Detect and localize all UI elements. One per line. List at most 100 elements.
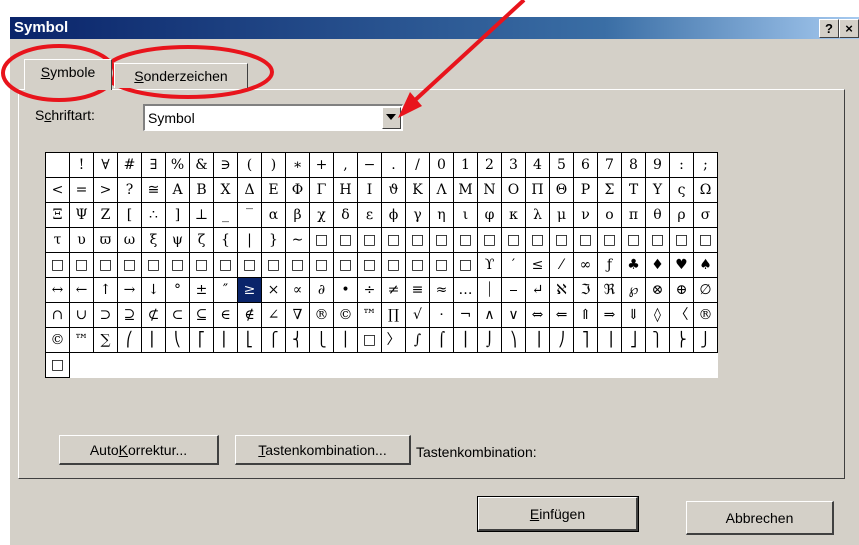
symbol-cell[interactable]: ∠ xyxy=(261,302,286,328)
symbol-cell[interactable]: ) xyxy=(261,152,286,178)
symbol-cell[interactable]: ⎭ xyxy=(693,327,718,353)
symbol-cell[interactable]: μ xyxy=(549,202,574,228)
symbol-cell[interactable]: 1 xyxy=(453,152,478,178)
symbol-cell[interactable]: ™ xyxy=(69,327,94,353)
symbol-cell[interactable]: ο xyxy=(597,202,622,228)
symbol-cell[interactable]: 0 xyxy=(429,152,454,178)
abbrechen-button[interactable]: Abbrechen xyxy=(686,501,834,535)
symbol-cell[interactable]: 9 xyxy=(645,152,670,178)
symbol-cell[interactable]: © xyxy=(333,302,358,328)
symbol-cell[interactable]: ∉ xyxy=(237,302,262,328)
symbol-cell[interactable]: ⎟ xyxy=(525,327,550,353)
symbol-cell[interactable]: ⎠ xyxy=(549,327,574,353)
symbol-cell[interactable]: ξ xyxy=(141,227,166,253)
symbol-cell[interactable]: 5 xyxy=(549,152,574,178)
symbol-cell[interactable]: ⎡ xyxy=(189,327,214,353)
symbol-cell[interactable]: κ xyxy=(501,202,526,228)
symbol-cell[interactable]: { xyxy=(213,227,238,253)
symbol-cell[interactable]: + xyxy=(309,152,334,178)
symbol-cell[interactable]: ↔ xyxy=(45,277,70,303)
symbol-cell[interactable]: ] xyxy=(165,202,190,228)
symbol-cell[interactable]: ⊄ xyxy=(141,302,166,328)
symbol-cell[interactable]: ς xyxy=(669,177,694,203)
symbol-cell[interactable]: } xyxy=(261,227,286,253)
symbol-cell[interactable]: □ xyxy=(357,327,382,353)
symbol-cell[interactable]: 〈 xyxy=(669,302,694,328)
symbol-cell[interactable]: □ xyxy=(117,252,142,278)
symbol-cell[interactable]: ÷ xyxy=(357,277,382,303)
symbol-cell[interactable]: ≤ xyxy=(525,252,550,278)
symbol-cell[interactable]: ; xyxy=(693,152,718,178)
symbol-cell[interactable]: ϒ xyxy=(477,252,502,278)
symbol-cell[interactable]: ⋅ xyxy=(429,302,454,328)
symbol-cell[interactable]: Κ xyxy=(405,177,430,203)
symbol-cell[interactable]: ↓ xyxy=(141,277,166,303)
symbol-cell[interactable]: Μ xyxy=(453,177,478,203)
symbol-cell[interactable]: □ xyxy=(165,252,190,278)
symbol-cell[interactable]: Ξ xyxy=(45,202,70,228)
symbol-cell[interactable]: Δ xyxy=(237,177,262,203)
symbol-cell[interactable]: φ xyxy=(477,202,502,228)
symbol-cell[interactable]: ≅ xyxy=(141,177,166,203)
symbol-cell[interactable]: □ xyxy=(693,227,718,253)
symbol-cell[interactable]: □ xyxy=(45,352,70,378)
title-bar[interactable]: Symbol ? × xyxy=(10,17,859,39)
symbol-cell[interactable]: Ο xyxy=(501,177,526,203)
symbol-cell[interactable]: α xyxy=(261,202,286,228)
symbol-cell[interactable]: □ xyxy=(357,252,382,278)
tab-symbole[interactable]: Symbole xyxy=(24,59,112,90)
symbol-cell[interactable]: ∃ xyxy=(141,152,166,178)
symbol-cell[interactable]: ″ xyxy=(213,277,238,303)
symbol-cell[interactable]: Τ xyxy=(621,177,646,203)
symbol-cell[interactable]: ⏐ xyxy=(477,277,502,303)
symbol-cell[interactable]: Β xyxy=(189,177,214,203)
symbol-cell[interactable]: □ xyxy=(45,252,70,278)
symbol-cell[interactable]: , xyxy=(333,152,358,178)
symbol-cell[interactable]: □ xyxy=(645,227,670,253)
symbol-cell[interactable]: © xyxy=(45,327,70,353)
symbol-cell[interactable]: ⎣ xyxy=(237,327,262,353)
symbol-cell[interactable]: × xyxy=(261,277,286,303)
symbol-cell[interactable]: ⎝ xyxy=(165,327,190,353)
symbol-cell[interactable]: ⎯ xyxy=(501,277,526,303)
symbol-cell[interactable]: ∫ xyxy=(405,327,430,353)
symbol-cell[interactable]: ƒ xyxy=(597,252,622,278)
symbol-cell[interactable]: ⎢ xyxy=(213,327,238,353)
symbol-cell[interactable]: □ xyxy=(429,252,454,278)
symbol-cell[interactable]: □ xyxy=(357,227,382,253)
symbol-cell[interactable]: ⊕ xyxy=(669,277,694,303)
symbol-cell[interactable]: ♠ xyxy=(693,252,718,278)
symbol-cell[interactable] xyxy=(45,152,70,178)
symbol-cell[interactable]: ϖ xyxy=(93,227,118,253)
symbol-cell[interactable]: / xyxy=(405,152,430,178)
symbol-cell[interactable]: [ xyxy=(117,202,142,228)
symbol-cell[interactable]: □ xyxy=(237,252,262,278)
symbol-cell[interactable]: ι xyxy=(453,202,478,228)
symbol-cell[interactable]: • xyxy=(333,277,358,303)
symbol-cell[interactable]: □ xyxy=(141,252,166,278)
symbol-cell[interactable]: ∝ xyxy=(285,277,310,303)
symbol-cell[interactable]: & xyxy=(189,152,214,178)
symbol-cell[interactable]: □ xyxy=(597,227,622,253)
symbol-cell[interactable]: τ xyxy=(45,227,70,253)
symbol-cell[interactable]: ω xyxy=(117,227,142,253)
close-button[interactable]: × xyxy=(839,19,859,38)
symbol-cell[interactable]: □ xyxy=(669,227,694,253)
symbol-cell[interactable]: Σ xyxy=(597,177,622,203)
symbol-cell[interactable]: ⁄ xyxy=(549,252,574,278)
symbol-cell[interactable]: ♣ xyxy=(621,252,646,278)
font-select[interactable]: Symbol xyxy=(143,104,403,131)
symbol-cell[interactable]: ⎫ xyxy=(645,327,670,353)
symbol-cell[interactable]: ® xyxy=(309,302,334,328)
symbol-cell[interactable]: ∅ xyxy=(693,277,718,303)
symbol-cell[interactable]: ≈ xyxy=(429,277,454,303)
symbol-cell[interactable]: ‾ xyxy=(237,202,262,228)
symbol-cell[interactable]: □ xyxy=(429,227,454,253)
symbol-cell[interactable]: ⎤ xyxy=(573,327,598,353)
font-dropdown-button[interactable] xyxy=(382,107,401,129)
symbol-cell[interactable]: ν xyxy=(573,202,598,228)
symbol-cell[interactable]: ⇓ xyxy=(621,302,646,328)
symbol-cell[interactable]: Λ xyxy=(429,177,454,203)
symbol-cell[interactable]: □ xyxy=(453,252,478,278)
symbol-cell[interactable]: □ xyxy=(525,227,550,253)
